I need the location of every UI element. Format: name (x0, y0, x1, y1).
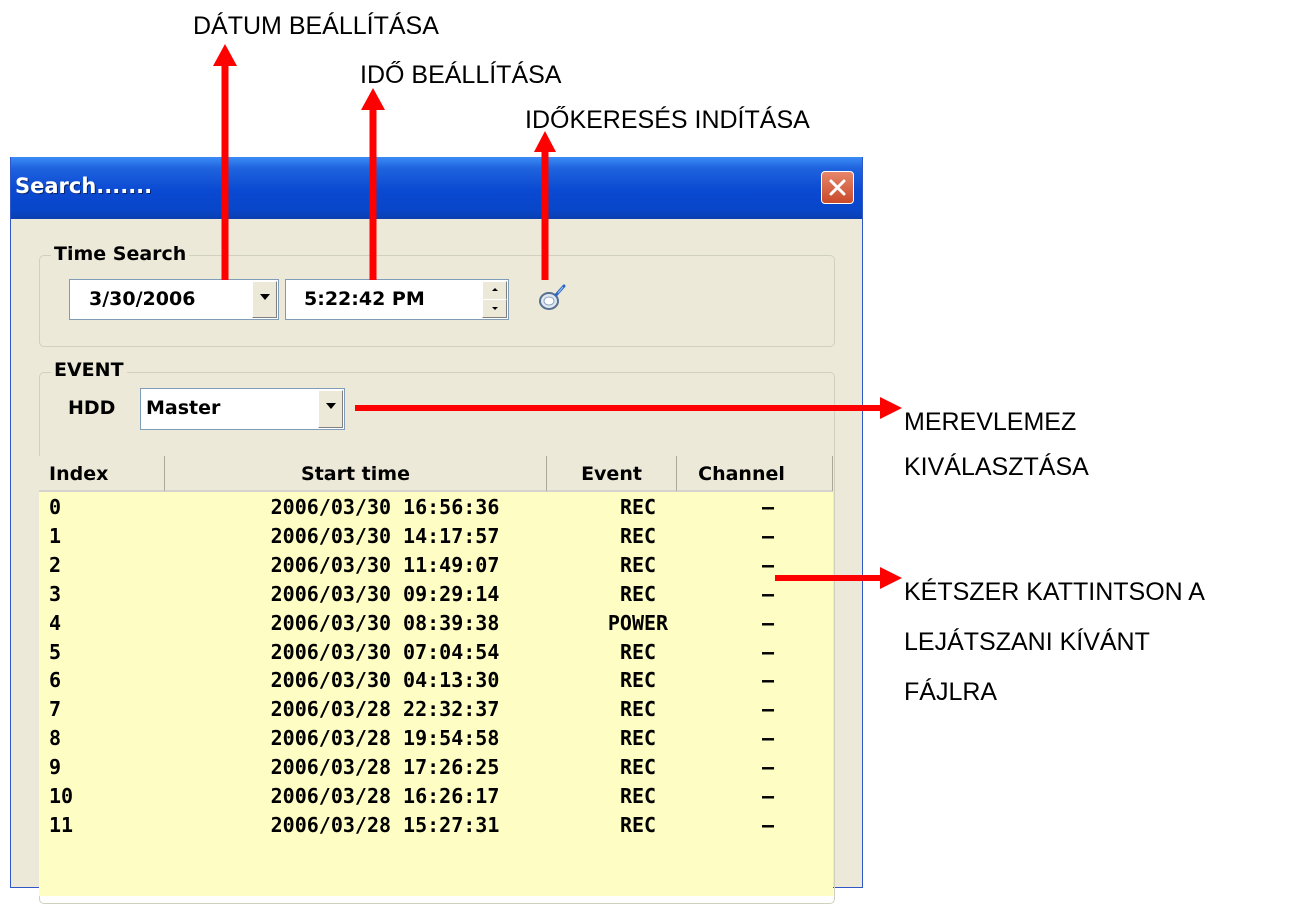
arrowhead-date (213, 44, 237, 66)
arrowhead-hdd (880, 397, 902, 419)
arrowhead-search (534, 131, 556, 152)
arrowhead-double-click (880, 567, 902, 589)
arrowhead-time (361, 88, 385, 110)
annotation-arrows (213, 44, 902, 589)
